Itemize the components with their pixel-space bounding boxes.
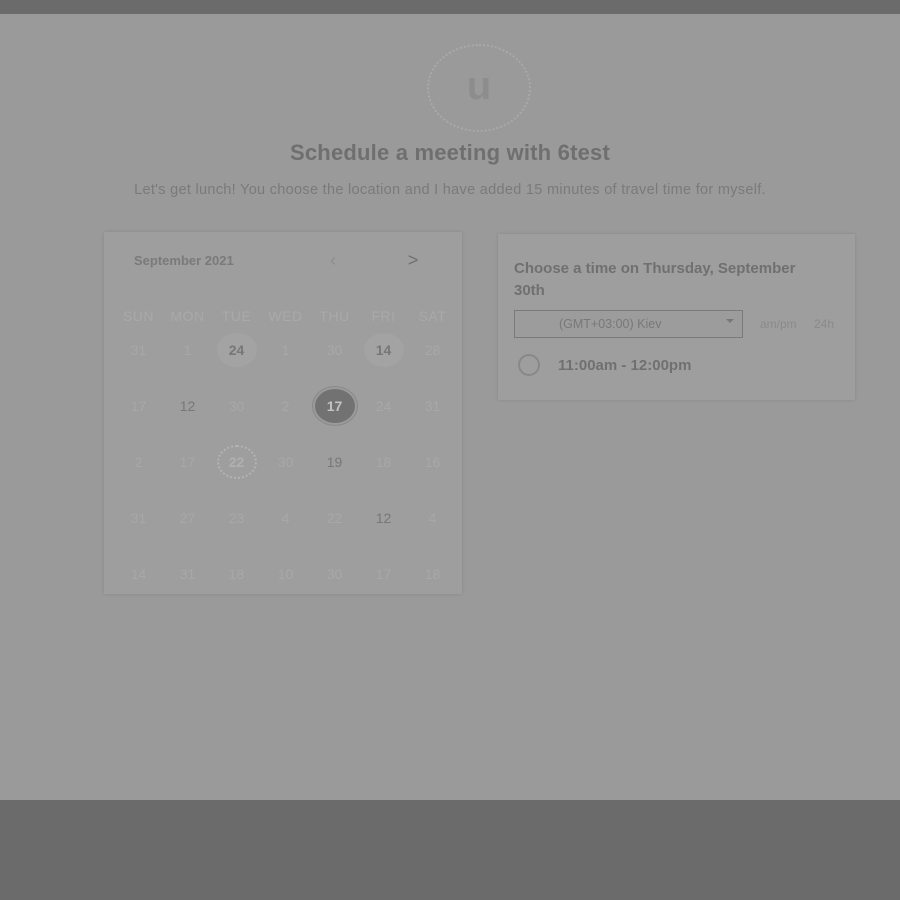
calendar-day-number: 4 <box>281 510 290 526</box>
chevron-right-icon[interactable]: > <box>403 250 423 271</box>
calendar-day-number: 2 <box>281 398 290 414</box>
calendar-day-number: 1 <box>183 342 192 358</box>
calendar-day-number: 30 <box>326 566 343 582</box>
calendar-day: 30 <box>212 378 261 434</box>
calendar-day: 18 <box>359 434 408 490</box>
calendar-day: 31 <box>114 490 163 546</box>
avatar-ring: u <box>427 44 531 132</box>
calendar-day-number: 17 <box>179 454 196 470</box>
calendar-day-number: 4 <box>428 510 437 526</box>
calendar-day-number: 22 <box>216 445 257 479</box>
calendar-day[interactable]: 19 <box>310 434 359 490</box>
calendar-day: 2 <box>114 434 163 490</box>
time-picker-heading: Choose a time on Thursday, September 30t… <box>514 260 796 299</box>
calendar-day: 17 <box>359 546 408 602</box>
calendar-day[interactable]: 22 <box>212 434 261 490</box>
calendar-day-number: 14 <box>363 333 404 367</box>
calendar-day: 24 <box>359 378 408 434</box>
calendar-day: 31 <box>163 546 212 602</box>
calendar-day: 18 <box>212 546 261 602</box>
calendar-day: 1 <box>261 322 310 378</box>
calendar-day-number: 14 <box>130 566 147 582</box>
calendar-day-number: 12 <box>375 510 392 526</box>
calendar-day: 10 <box>261 546 310 602</box>
calendar-day-number: 30 <box>228 398 245 414</box>
format-24h-toggle[interactable]: 24h <box>814 317 834 331</box>
calendar-day: 4 <box>408 490 457 546</box>
calendar-day-number: 30 <box>277 454 294 470</box>
calendar-days-grid: 31 1 24 1 30 14 28 17 12 30 2 17 24 31 2 17 22 30 19 18 16 31… <box>114 322 457 602</box>
calendar-day-number: 17 <box>314 389 355 423</box>
calendar-day: 17 <box>163 434 212 490</box>
calendar-day-number: 31 <box>130 342 147 358</box>
calendar-day-number: 31 <box>130 510 147 526</box>
time-picker-panel: Choose a time on Thursday, September 30t… <box>498 234 855 400</box>
calendar-day-number: 27 <box>179 510 196 526</box>
calendar-day: 27 <box>163 490 212 546</box>
calendar-day: 23 <box>212 490 261 546</box>
calendar-day-number: 18 <box>424 566 441 582</box>
calendar-day: 16 <box>408 434 457 490</box>
calendar-day[interactable]: 12 <box>359 490 408 546</box>
calendar: September 2021 ‹ > SUN MON TUE WED THU FRI SAT… <box>104 232 462 594</box>
calendar-day: 14 <box>114 546 163 602</box>
calendar-month-label: September 2021 <box>134 253 234 268</box>
page-description: Let's get lunch! You choose the location… <box>134 182 766 198</box>
calendar-day[interactable]: 12 <box>163 378 212 434</box>
calendar-day: 28 <box>408 322 457 378</box>
calendar-day-number: 30 <box>326 342 343 358</box>
chevron-down-icon <box>726 319 734 323</box>
timezone-value: (GMT+03:00) Kiev <box>559 317 662 331</box>
chevron-left-icon[interactable]: ‹ <box>323 250 343 271</box>
calendar-day: 30 <box>310 546 359 602</box>
calendar-day-number: 24 <box>216 333 257 367</box>
calendar-day: 2 <box>261 378 310 434</box>
calendar-day-number: 1 <box>281 342 290 358</box>
calendar-day: 30 <box>310 322 359 378</box>
avatar: u <box>424 42 534 134</box>
calendar-day-number: 31 <box>424 398 441 414</box>
calendar-day-number: 22 <box>326 510 343 526</box>
calendar-day: 1 <box>163 322 212 378</box>
calendar-day: 18 <box>408 546 457 602</box>
avatar-letter: u <box>466 64 492 108</box>
time-slot-option[interactable]: 11:00am - 12:00pm <box>518 354 691 376</box>
calendar-day-number: 18 <box>375 454 392 470</box>
calendar-day: 22 <box>310 490 359 546</box>
calendar-day: 31 <box>408 378 457 434</box>
calendar-day-number: 2 <box>134 454 143 470</box>
calendar-day: 17 <box>114 378 163 434</box>
calendar-day-number: 16 <box>424 454 441 470</box>
calendar-day-number: 24 <box>375 398 392 414</box>
radio-button[interactable] <box>518 354 540 376</box>
calendar-day-number: 10 <box>277 566 294 582</box>
scheduling-page: u Schedule a meeting with 6test Let's ge… <box>0 14 900 800</box>
calendar-day-number: 28 <box>424 342 441 358</box>
calendar-day-number: 12 <box>179 398 196 414</box>
calendar-day: 31 <box>114 322 163 378</box>
calendar-day: 30 <box>261 434 310 490</box>
calendar-day: 4 <box>261 490 310 546</box>
calendar-day[interactable]: 14 <box>359 322 408 378</box>
page-title: Schedule a meeting with 6test <box>290 140 610 165</box>
calendar-day-number: 31 <box>179 566 196 582</box>
calendar-day[interactable]: 24 <box>212 322 261 378</box>
calendar-day-number: 17 <box>375 566 392 582</box>
time-slot-label: 11:00am - 12:00pm <box>558 356 692 374</box>
calendar-day-number: 18 <box>228 566 245 582</box>
calendar-day-number: 17 <box>130 398 147 414</box>
timezone-select[interactable]: (GMT+03:00) Kiev <box>514 310 743 338</box>
calendar-day-number: 23 <box>228 510 245 526</box>
calendar-day-number: 19 <box>326 454 343 470</box>
format-ampm-toggle[interactable]: am/pm <box>760 317 797 331</box>
calendar-day[interactable]: 17 <box>310 378 359 434</box>
